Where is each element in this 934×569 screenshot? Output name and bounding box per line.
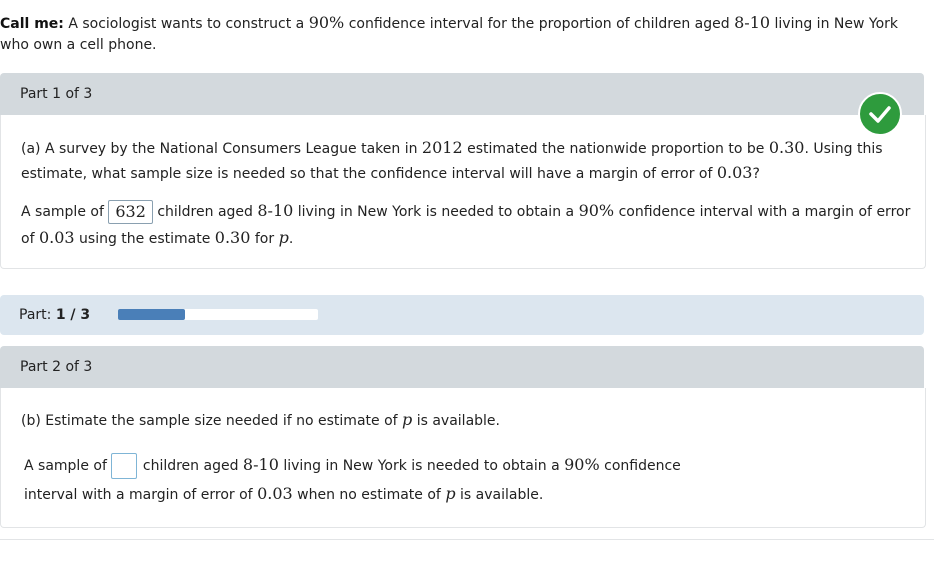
part1-header: Part 1 of 3 bbox=[0, 73, 924, 115]
part2-body: (b) Estimate the sample size needed if n… bbox=[0, 388, 926, 528]
part2-answer: A sample of children aged 8-10 living in … bbox=[24, 453, 681, 503]
problem-statement: Call me: A sociologist wants to construc… bbox=[0, 13, 898, 53]
part1-answer-input[interactable]: 632 bbox=[108, 200, 153, 224]
problem-label: Call me: bbox=[0, 16, 64, 32]
divider bbox=[0, 539, 934, 540]
progress-track bbox=[118, 309, 318, 320]
part1-title: Part 1 of 3 bbox=[20, 86, 93, 102]
progress-fill bbox=[118, 309, 185, 320]
part2-question: (b) Estimate the sample size needed if n… bbox=[21, 410, 500, 429]
part1-answer: A sample of 632 children aged 8-10 livin… bbox=[21, 200, 911, 247]
part-progress: Part: 1 / 3 bbox=[0, 295, 924, 335]
part2-header: Part 2 of 3 bbox=[0, 346, 924, 388]
part2-title: Part 2 of 3 bbox=[20, 359, 93, 375]
check-circle-icon bbox=[858, 92, 902, 136]
part2-answer-input[interactable] bbox=[110, 453, 137, 479]
progress-value: 1 / 3 bbox=[55, 307, 91, 323]
part1-question: (a) A survey by the National Consumers L… bbox=[21, 138, 883, 182]
part1-body: (a) A survey by the National Consumers L… bbox=[0, 115, 926, 269]
